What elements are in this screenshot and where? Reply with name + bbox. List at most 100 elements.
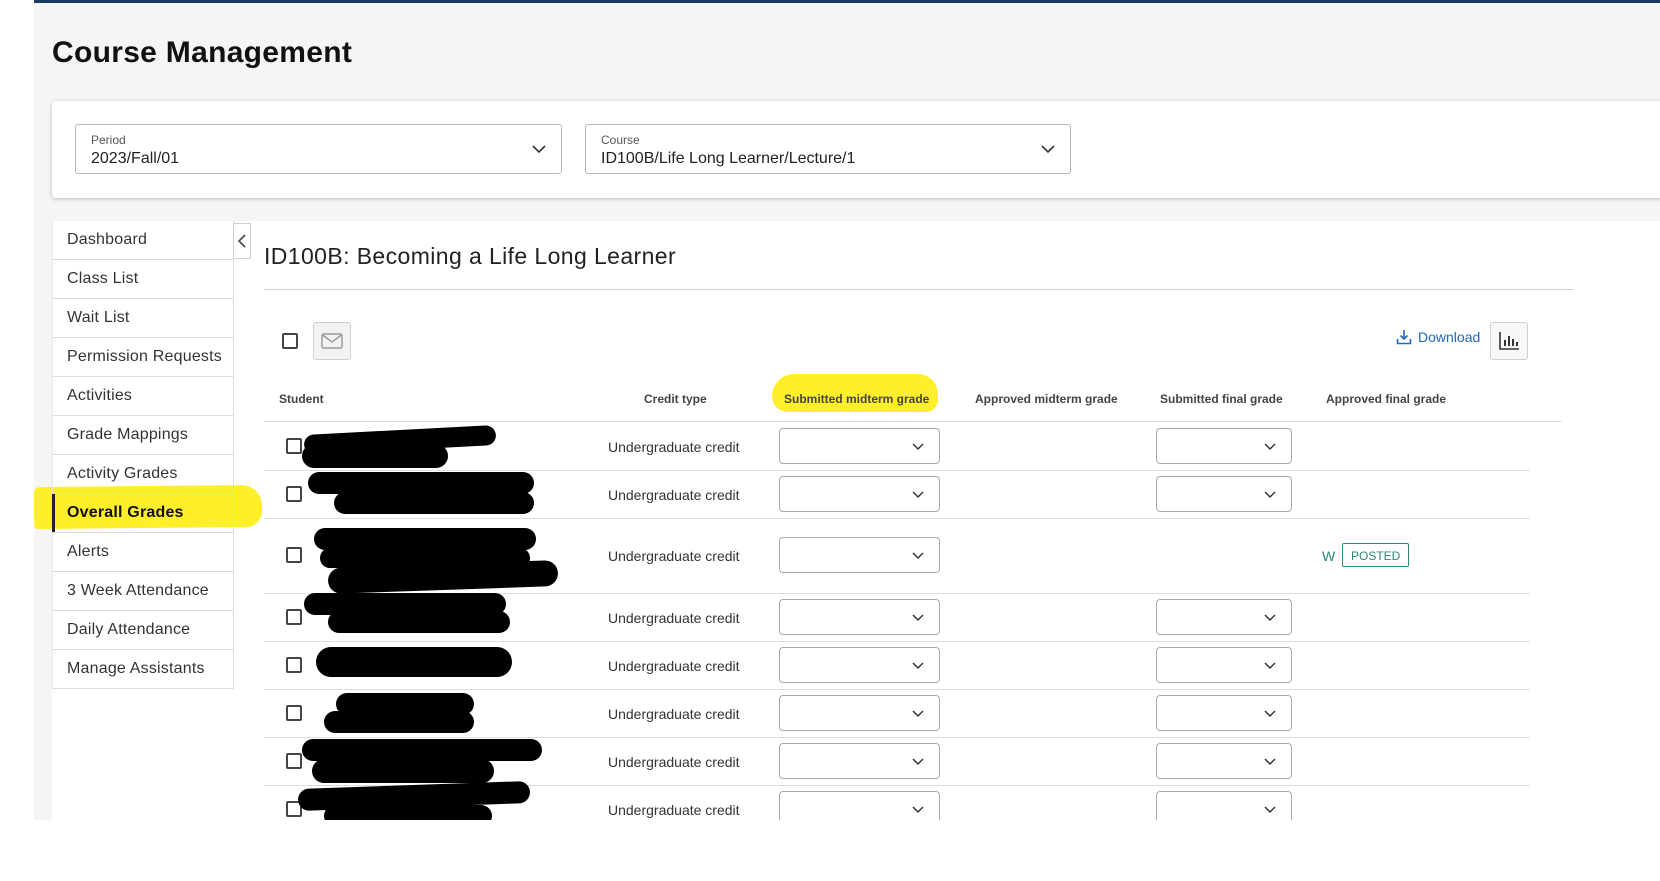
chevron-down-icon — [1264, 710, 1276, 718]
sidebar-item-activities[interactable]: Activities — [53, 377, 233, 416]
sidebar-item-manage-assistants[interactable]: Manage Assistants — [53, 650, 233, 689]
status-badge: POSTED — [1342, 543, 1410, 567]
sidebar-item-permission-requests[interactable]: Permission Requests — [53, 338, 233, 377]
table-row: Undergraduate credit — [264, 470, 1530, 519]
credit-type-cell: Undergraduate credit — [608, 802, 740, 818]
row-checkbox[interactable] — [286, 438, 302, 454]
midterm-grade-select[interactable] — [779, 537, 940, 573]
period-label: Period — [91, 133, 126, 147]
redacted-student-name — [324, 711, 474, 733]
download-link[interactable]: Download — [1396, 327, 1480, 347]
midterm-grade-select[interactable] — [779, 599, 940, 635]
course-value: ID100B/Life Long Learner/Lecture/1 — [601, 150, 856, 167]
download-label: Download — [1418, 329, 1481, 345]
period-select[interactable]: Period 2023/Fall/01 — [75, 124, 562, 174]
statistics-button[interactable] — [1490, 322, 1528, 360]
final-grade-select[interactable] — [1156, 647, 1292, 683]
sidebar-item-daily-attendance[interactable]: Daily Attendance — [53, 611, 233, 650]
chevron-down-icon — [912, 662, 924, 670]
credit-type-cell: Undergraduate credit — [608, 548, 740, 564]
bar-chart-icon — [1499, 332, 1519, 350]
credit-type-cell: Undergraduate credit — [608, 658, 740, 674]
table-row: Undergraduate credit — [264, 422, 1530, 471]
chevron-down-icon — [912, 443, 924, 451]
chevron-down-icon — [532, 145, 546, 154]
midterm-grade-select[interactable] — [779, 743, 940, 779]
credit-type-cell: Undergraduate credit — [608, 706, 740, 722]
credit-type-cell: Undergraduate credit — [608, 610, 740, 626]
sidebar-item-wait-list[interactable]: Wait List — [53, 299, 233, 338]
final-grade-select[interactable] — [1156, 476, 1292, 512]
sidebar-item-3-week-attendance[interactable]: 3 Week Attendance — [53, 572, 233, 611]
sidebar-item-alerts[interactable]: Alerts — [53, 533, 233, 572]
final-grade-select[interactable] — [1156, 695, 1292, 731]
row-checkbox[interactable] — [286, 753, 302, 769]
table-row: Undergraduate credit — [264, 737, 1530, 786]
course-select[interactable]: Course ID100B/Life Long Learner/Lecture/… — [585, 124, 1071, 174]
chevron-down-icon — [1264, 491, 1276, 499]
sidebar-nav: Dashboard Class List Wait List Permissio… — [52, 221, 234, 689]
midterm-grade-select[interactable] — [779, 695, 940, 731]
chevron-down-icon — [912, 552, 924, 560]
chevron-down-icon — [1264, 758, 1276, 766]
row-checkbox[interactable] — [286, 705, 302, 721]
row-checkbox[interactable] — [286, 547, 302, 563]
sidebar-item-activity-grades[interactable]: Activity Grades — [53, 455, 233, 494]
download-icon — [1396, 330, 1412, 345]
column-header-submitted-final[interactable]: Submitted final grade — [1160, 392, 1283, 406]
final-grade-select[interactable] — [1156, 428, 1292, 464]
midterm-grade-select[interactable] — [779, 647, 940, 683]
chevron-down-icon — [1041, 145, 1055, 154]
table-row: Undergraduate credit W POSTED — [264, 518, 1530, 595]
chevron-down-icon — [1264, 662, 1276, 670]
row-checkbox[interactable] — [286, 609, 302, 625]
final-grade-select[interactable] — [1156, 599, 1292, 635]
chevron-down-icon — [912, 806, 924, 814]
final-grade-select[interactable] — [1156, 743, 1292, 779]
redacted-student-name — [328, 611, 510, 633]
midterm-grade-select[interactable] — [779, 428, 940, 464]
chevron-down-icon — [1264, 806, 1276, 814]
mail-icon — [321, 333, 343, 349]
table-row: Undergraduate credit — [264, 641, 1530, 690]
redacted-student-name — [314, 528, 536, 550]
sidebar-collapse-button[interactable] — [233, 223, 251, 259]
credit-type-cell: Undergraduate credit — [608, 439, 740, 455]
row-checkbox[interactable] — [286, 486, 302, 502]
redacted-student-name — [334, 492, 534, 514]
filter-card: Period 2023/Fall/01 Course ID100B/Life L… — [52, 101, 1660, 198]
chevron-left-icon — [237, 234, 246, 248]
table-row: Undergraduate credit — [264, 593, 1530, 642]
sidebar-item-overall-grades[interactable]: Overall Grades — [52, 494, 233, 533]
email-button[interactable] — [313, 322, 351, 360]
column-header-submitted-midterm[interactable]: Submitted midterm grade — [784, 392, 929, 406]
credit-type-cell: Undergraduate credit — [608, 754, 740, 770]
column-header-approved-midterm[interactable]: Approved midterm grade — [975, 392, 1118, 406]
select-all-checkbox[interactable] — [282, 333, 298, 349]
redacted-student-name — [302, 444, 448, 468]
column-header-approved-final[interactable]: Approved final grade — [1326, 392, 1446, 406]
column-header-credit-type[interactable]: Credit type — [644, 392, 707, 406]
chevron-down-icon — [1264, 443, 1276, 451]
chevron-down-icon — [912, 758, 924, 766]
chevron-down-icon — [912, 614, 924, 622]
sidebar-item-grade-mappings[interactable]: Grade Mappings — [53, 416, 233, 455]
approved-final-grade[interactable]: W — [1322, 548, 1335, 564]
course-heading: ID100B: Becoming a Life Long Learner — [264, 243, 677, 269]
chevron-down-icon — [1264, 614, 1276, 622]
divider — [264, 289, 1574, 290]
column-header-student[interactable]: Student — [279, 392, 324, 406]
sidebar-item-dashboard[interactable]: Dashboard — [53, 221, 233, 260]
midterm-grade-select[interactable] — [779, 476, 940, 512]
top-bar — [34, 0, 1660, 3]
redacted-student-name — [308, 472, 534, 494]
row-checkbox[interactable] — [286, 657, 302, 673]
chevron-down-icon — [912, 491, 924, 499]
redacted-student-name — [312, 759, 494, 783]
sidebar-item-class-list[interactable]: Class List — [53, 260, 233, 299]
period-value: 2023/Fall/01 — [91, 150, 180, 167]
table-row: Undergraduate credit — [264, 689, 1530, 738]
credit-type-cell: Undergraduate credit — [608, 487, 740, 503]
viewport-bottom — [0, 820, 1660, 875]
page-title: Course Management — [52, 36, 353, 69]
